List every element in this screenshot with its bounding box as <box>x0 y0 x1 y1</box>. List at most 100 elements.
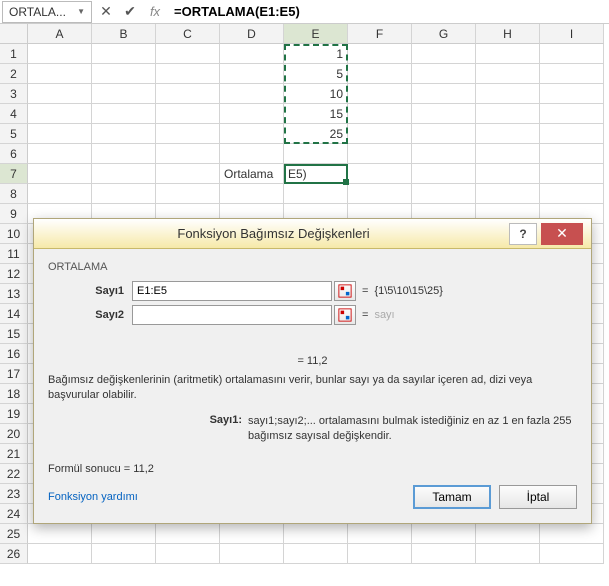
cell-D7[interactable]: Ortalama <box>220 164 284 184</box>
cell-H4[interactable] <box>476 104 540 124</box>
cell-E25[interactable] <box>284 524 348 544</box>
arg2-input[interactable] <box>132 305 332 325</box>
cell-C7[interactable] <box>156 164 220 184</box>
cell-G8[interactable] <box>412 184 476 204</box>
cell-B6[interactable] <box>92 144 156 164</box>
cell-D25[interactable] <box>220 524 284 544</box>
cell-G7[interactable] <box>412 164 476 184</box>
cell-D5[interactable] <box>220 124 284 144</box>
cell-E7[interactable]: E5) <box>284 164 348 184</box>
cell-B2[interactable] <box>92 64 156 84</box>
cell-F3[interactable] <box>348 84 412 104</box>
arg1-input[interactable] <box>132 281 332 301</box>
row-header-16[interactable]: 16 <box>0 344 28 364</box>
cancel-button[interactable]: İptal <box>499 485 577 509</box>
row-header-12[interactable]: 12 <box>0 264 28 284</box>
row-header-1[interactable]: 1 <box>0 44 28 64</box>
cell-E2[interactable]: 5 <box>284 64 348 84</box>
accept-formula-icon[interactable]: ✔ <box>118 1 142 23</box>
cell-B5[interactable] <box>92 124 156 144</box>
cell-H26[interactable] <box>476 544 540 564</box>
cell-F8[interactable] <box>348 184 412 204</box>
cell-A1[interactable] <box>28 44 92 64</box>
cell-I6[interactable] <box>540 144 604 164</box>
cell-A8[interactable] <box>28 184 92 204</box>
cell-C26[interactable] <box>156 544 220 564</box>
cell-A5[interactable] <box>28 124 92 144</box>
name-box[interactable]: ORTALA... ▼ <box>2 1 92 23</box>
cell-G2[interactable] <box>412 64 476 84</box>
cell-I3[interactable] <box>540 84 604 104</box>
row-header-23[interactable]: 23 <box>0 484 28 504</box>
cell-D4[interactable] <box>220 104 284 124</box>
row-header-3[interactable]: 3 <box>0 84 28 104</box>
cell-B1[interactable] <box>92 44 156 64</box>
cell-C4[interactable] <box>156 104 220 124</box>
row-header-19[interactable]: 19 <box>0 404 28 424</box>
cell-B7[interactable] <box>92 164 156 184</box>
help-button[interactable]: ? <box>509 223 537 245</box>
cell-G3[interactable] <box>412 84 476 104</box>
cell-E5[interactable]: 25 <box>284 124 348 144</box>
cell-D26[interactable] <box>220 544 284 564</box>
col-header-C[interactable]: C <box>156 24 220 44</box>
cell-E26[interactable] <box>284 544 348 564</box>
cell-A2[interactable] <box>28 64 92 84</box>
select-all-corner[interactable] <box>0 24 28 44</box>
row-header-4[interactable]: 4 <box>0 104 28 124</box>
cell-H5[interactable] <box>476 124 540 144</box>
cancel-formula-icon[interactable]: ✕ <box>94 1 118 23</box>
cell-C6[interactable] <box>156 144 220 164</box>
cell-C1[interactable] <box>156 44 220 64</box>
cell-B25[interactable] <box>92 524 156 544</box>
dialog-titlebar[interactable]: Fonksiyon Bağımsız Değişkenleri ? ✕ <box>34 219 591 249</box>
row-header-15[interactable]: 15 <box>0 324 28 344</box>
row-header-20[interactable]: 20 <box>0 424 28 444</box>
cell-D1[interactable] <box>220 44 284 64</box>
function-help-link[interactable]: Fonksiyon yardımı <box>48 491 138 503</box>
row-header-9[interactable]: 9 <box>0 204 28 224</box>
row-header-10[interactable]: 10 <box>0 224 28 244</box>
cell-H2[interactable] <box>476 64 540 84</box>
cell-C5[interactable] <box>156 124 220 144</box>
cell-H6[interactable] <box>476 144 540 164</box>
cell-G5[interactable] <box>412 124 476 144</box>
cell-G1[interactable] <box>412 44 476 64</box>
cell-I8[interactable] <box>540 184 604 204</box>
cell-G25[interactable] <box>412 524 476 544</box>
col-header-A[interactable]: A <box>28 24 92 44</box>
cell-G26[interactable] <box>412 544 476 564</box>
cell-E8[interactable] <box>284 184 348 204</box>
row-header-13[interactable]: 13 <box>0 284 28 304</box>
col-header-I[interactable]: I <box>540 24 604 44</box>
row-header-6[interactable]: 6 <box>0 144 28 164</box>
cell-I1[interactable] <box>540 44 604 64</box>
cell-F1[interactable] <box>348 44 412 64</box>
close-button[interactable]: ✕ <box>541 223 583 245</box>
col-header-D[interactable]: D <box>220 24 284 44</box>
cell-F25[interactable] <box>348 524 412 544</box>
dropdown-icon[interactable]: ▼ <box>77 7 85 16</box>
cell-A6[interactable] <box>28 144 92 164</box>
row-header-24[interactable]: 24 <box>0 504 28 524</box>
cell-B8[interactable] <box>92 184 156 204</box>
cell-I4[interactable] <box>540 104 604 124</box>
cell-H25[interactable] <box>476 524 540 544</box>
cell-F2[interactable] <box>348 64 412 84</box>
cell-F5[interactable] <box>348 124 412 144</box>
col-header-H[interactable]: H <box>476 24 540 44</box>
cell-I25[interactable] <box>540 524 604 544</box>
cell-A25[interactable] <box>28 524 92 544</box>
cell-E1[interactable]: 1 <box>284 44 348 64</box>
row-header-18[interactable]: 18 <box>0 384 28 404</box>
cell-C8[interactable] <box>156 184 220 204</box>
row-header-25[interactable]: 25 <box>0 524 28 544</box>
cell-D8[interactable] <box>220 184 284 204</box>
cell-F4[interactable] <box>348 104 412 124</box>
row-header-7[interactable]: 7 <box>0 164 28 184</box>
cell-D6[interactable] <box>220 144 284 164</box>
cell-A4[interactable] <box>28 104 92 124</box>
formula-input[interactable] <box>168 1 609 23</box>
row-header-22[interactable]: 22 <box>0 464 28 484</box>
cell-I5[interactable] <box>540 124 604 144</box>
